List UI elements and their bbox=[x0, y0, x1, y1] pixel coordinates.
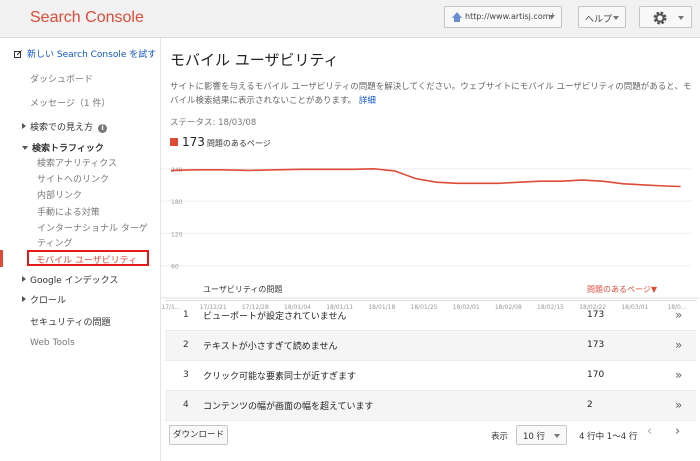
active-indicator bbox=[0, 250, 3, 267]
issue-page-count: 173 bbox=[587, 340, 605, 350]
y-tick-label: 120 bbox=[171, 231, 183, 238]
double-chevron-right-icon[interactable]: » bbox=[675, 308, 682, 322]
header-bar: Search Console http://www.artisj.com/ ヘル… bbox=[0, 0, 700, 38]
table-row[interactable]: 4 コンテンツの幅が画面の幅を超えています 2 » bbox=[165, 391, 696, 421]
sidebar-item-search-traffic[interactable]: 検索トラフィック bbox=[22, 141, 104, 154]
site-url: http://www.artisj.com/ bbox=[465, 12, 554, 21]
sidebar-item-messages[interactable]: メッセージ（1 件） bbox=[30, 96, 110, 109]
search-console-logo[interactable]: Search Console bbox=[30, 9, 144, 27]
issues-label: 問題のあるページ bbox=[206, 139, 271, 148]
double-chevron-right-icon[interactable]: » bbox=[675, 368, 682, 382]
international-targeting-label-line1: インターナショナル ターゲ bbox=[37, 224, 148, 234]
details-link[interactable]: 詳細 bbox=[359, 96, 376, 106]
series-line bbox=[170, 167, 681, 188]
sidebar-item-manual-actions[interactable]: 手動による対策 bbox=[37, 205, 100, 218]
sidebar-item-security-issues[interactable]: セキュリティの問題 bbox=[30, 315, 110, 328]
issue-name: ビューポートが設定されていません bbox=[203, 312, 347, 322]
help-label: ヘルプ bbox=[585, 15, 613, 25]
prev-page-button[interactable]: ‹ bbox=[647, 424, 652, 439]
sidebar-item-links-to-site[interactable]: サイトへのリンク bbox=[37, 172, 109, 185]
issue-page-count: 2 bbox=[587, 400, 593, 410]
table-row[interactable]: 1 ビューポートが設定されていません 173 » bbox=[165, 301, 696, 331]
chevron-right-icon bbox=[22, 296, 26, 302]
sidebar-item-crawl[interactable]: クロール bbox=[22, 293, 66, 306]
double-chevron-right-icon[interactable]: » bbox=[675, 398, 682, 412]
search-traffic-label: 検索トラフィック bbox=[32, 144, 104, 154]
chart-legend[interactable]: 173 問題のあるページ bbox=[170, 135, 271, 149]
issue-page-count: 170 bbox=[587, 370, 605, 380]
google-index-label: Google インデックス bbox=[30, 276, 119, 286]
chevron-right-icon bbox=[22, 123, 26, 129]
row-number: 2 bbox=[183, 340, 189, 350]
row-number: 3 bbox=[183, 370, 189, 380]
issue-name: テキストが小さすぎて読めません bbox=[203, 342, 338, 352]
gear-icon bbox=[653, 11, 667, 25]
row-number: 1 bbox=[183, 310, 189, 320]
chevron-down-icon bbox=[613, 16, 619, 20]
settings-button[interactable] bbox=[639, 6, 692, 28]
sidebar-item-internal-links[interactable]: 内部リンク bbox=[37, 188, 82, 201]
page-title: モバイル ユーザビリティ bbox=[170, 51, 339, 69]
sidebar-item-mobile-usability[interactable]: モバイル ユーザビリティ bbox=[36, 253, 137, 266]
chevron-down-icon bbox=[554, 434, 560, 438]
site-selector[interactable]: http://www.artisj.com/ bbox=[444, 6, 562, 28]
crawl-label: クロール bbox=[30, 296, 67, 306]
try-new-search-console-link[interactable]: 新しい Search Console を試す bbox=[14, 47, 156, 60]
external-link-icon bbox=[14, 50, 22, 58]
chevron-down-icon bbox=[549, 15, 555, 19]
column-header-pages[interactable]: 問題のあるページ▼ bbox=[587, 284, 657, 295]
sidebar-item-international-targeting[interactable]: インターナショナル ターゲ ティング bbox=[37, 221, 148, 249]
site-favicon-icon bbox=[452, 12, 462, 22]
issues-count: 173 bbox=[182, 135, 205, 149]
sidebar-item-dashboard[interactable]: ダッシュボード bbox=[30, 72, 93, 85]
row-number: 4 bbox=[183, 400, 189, 410]
chevron-down-icon bbox=[22, 146, 28, 150]
y-tick-label: 180 bbox=[171, 199, 183, 206]
try-new-label: 新しい Search Console を試す bbox=[27, 50, 157, 60]
issue-name: クリック可能な要素同士が近すぎます bbox=[203, 372, 357, 382]
double-chevron-right-icon[interactable]: » bbox=[675, 338, 682, 352]
show-label: 表示 bbox=[491, 432, 509, 442]
help-button[interactable]: ヘルプ bbox=[578, 6, 626, 28]
chevron-down-icon bbox=[678, 16, 684, 20]
search-appearance-label: 検索での見え方 bbox=[30, 123, 94, 133]
main-content: モバイル ユーザビリティ サイトに影響を与えるモバイル ユーザビリティの問題を解… bbox=[161, 38, 700, 461]
sidebar-item-google-index[interactable]: Google インデックス bbox=[22, 273, 118, 286]
rows-per-page-value: 10 行 bbox=[523, 432, 546, 442]
chevron-right-icon bbox=[22, 276, 26, 282]
table-row[interactable]: 2 テキストが小さすぎて読めません 173 » bbox=[165, 331, 696, 361]
sidebar-item-search-appearance[interactable]: 検索での見え方 i bbox=[22, 120, 108, 133]
pagination-range: 4 行中 1〜4 行 bbox=[579, 432, 638, 442]
issue-name: コンテンツの幅が画面の幅を超えています bbox=[203, 402, 374, 412]
table-header: ユーザビリティの問題 問題のあるページ▼ bbox=[165, 278, 696, 301]
status-date: ステータス: 18/03/08 bbox=[170, 118, 257, 128]
next-page-button[interactable]: › bbox=[675, 424, 680, 439]
rows-per-page-select[interactable]: 10 行 bbox=[516, 425, 567, 445]
international-targeting-label-line2: ティング bbox=[37, 239, 73, 249]
y-tick-label: 60 bbox=[171, 264, 179, 271]
column-header-issue[interactable]: ユーザビリティの問題 bbox=[203, 284, 282, 295]
legend-swatch bbox=[170, 138, 178, 146]
sidebar-item-search-analytics[interactable]: 検索アナリティクス bbox=[37, 156, 117, 169]
sidebar: 新しい Search Console を試す ダッシュボード メッセージ（1 件… bbox=[0, 38, 161, 461]
download-button[interactable]: ダウンロード bbox=[169, 425, 228, 445]
sidebar-item-web-tools[interactable]: Web Tools bbox=[30, 338, 75, 348]
description-text: サイトに影響を与えるモバイル ユーザビリティの問題を解決してください。ウェブサイ… bbox=[170, 82, 692, 106]
page-description: サイトに影響を与えるモバイル ユーザビリティの問題を解決してください。ウェブサイ… bbox=[170, 80, 695, 108]
table-row[interactable]: 3 クリック可能な要素同士が近すぎます 170 » bbox=[165, 361, 696, 391]
issue-page-count: 173 bbox=[587, 310, 605, 320]
info-icon[interactable]: i bbox=[98, 124, 108, 133]
